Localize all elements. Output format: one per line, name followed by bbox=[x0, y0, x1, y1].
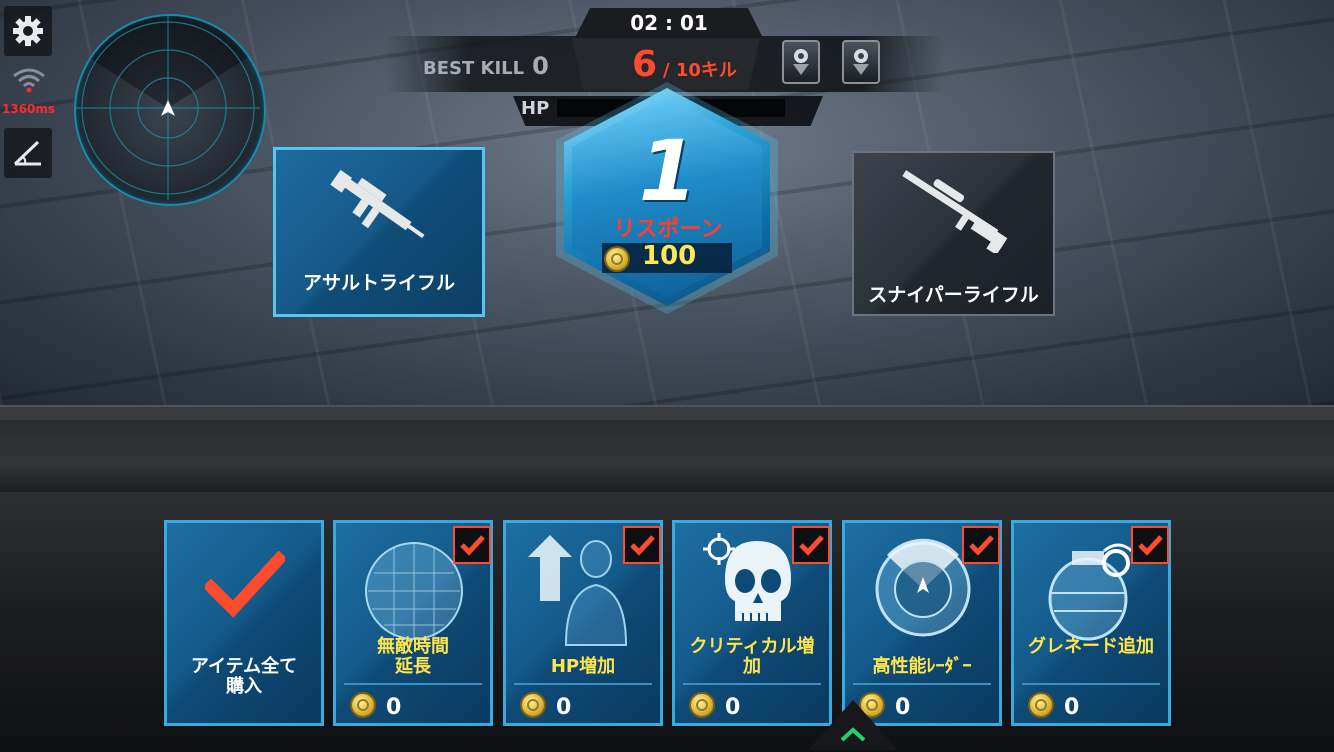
check-icon bbox=[799, 535, 824, 556]
shop-panel-band bbox=[0, 420, 1334, 492]
weapon-label: スナイパーライフル bbox=[868, 284, 1039, 306]
medal-icon bbox=[842, 40, 880, 84]
respawn-count: 1 bbox=[638, 122, 698, 220]
weapon-slot-assault-rifle[interactable]: アサルトライフル bbox=[273, 147, 485, 317]
item-critical-up[interactable]: クリティカル増加 0 bbox=[672, 520, 832, 726]
item-divider bbox=[683, 683, 821, 685]
radar-icon bbox=[76, 16, 260, 200]
item-divider bbox=[1022, 683, 1160, 685]
item-label: グレネード追加 bbox=[1028, 636, 1154, 657]
gear-icon bbox=[13, 16, 43, 46]
kill-count: 6 bbox=[632, 44, 658, 85]
item-price: 0 bbox=[1064, 695, 1080, 720]
match-timer: 02 : 01 bbox=[575, 8, 763, 38]
ping-readout: 1360ms bbox=[2, 102, 56, 116]
kill-target: / 10キル bbox=[663, 60, 737, 81]
best-kill-value: 0 bbox=[532, 52, 549, 80]
item-checkbox[interactable] bbox=[453, 526, 491, 564]
coin-icon bbox=[1028, 692, 1054, 718]
angle-icon bbox=[13, 140, 41, 166]
item-price: 0 bbox=[895, 695, 911, 720]
wifi-icon bbox=[12, 66, 46, 98]
item-divider bbox=[853, 683, 991, 685]
hp-label: HP bbox=[521, 98, 550, 119]
item-checkbox[interactable] bbox=[1131, 526, 1169, 564]
check-icon bbox=[630, 535, 655, 556]
item-price: 0 bbox=[556, 695, 572, 720]
settings-button[interactable] bbox=[4, 6, 52, 56]
coin-icon bbox=[689, 692, 715, 718]
item-price: 0 bbox=[725, 695, 741, 720]
item-checkbox[interactable] bbox=[792, 526, 830, 564]
check-icon bbox=[460, 535, 485, 556]
sniper-rifle-icon bbox=[902, 170, 1008, 253]
item-hp-up[interactable]: HP増加 0 bbox=[503, 520, 663, 726]
check-icon bbox=[1138, 535, 1163, 556]
item-label: 無敵時間延長 bbox=[377, 636, 449, 677]
item-advanced-radar[interactable]: 高性能ﾚｰﾀﾞｰ 0 bbox=[842, 520, 1002, 726]
coin-icon bbox=[520, 692, 546, 718]
respawn-label: リスポーン bbox=[613, 217, 723, 242]
item-divider bbox=[344, 683, 482, 685]
best-kill-label: BEST KILL bbox=[423, 58, 525, 79]
minimap-radar bbox=[74, 14, 266, 206]
angle-button[interactable] bbox=[4, 128, 52, 178]
item-checkbox[interactable] bbox=[962, 526, 1000, 564]
item-grenade-add[interactable]: グレネード追加 0 bbox=[1011, 520, 1171, 726]
respawn-cost: 100 bbox=[642, 241, 697, 271]
weapon-label: アサルトライフル bbox=[302, 272, 455, 294]
weapon-slot-sniper-rifle[interactable]: スナイパーライフル bbox=[852, 151, 1055, 316]
item-buy-all[interactable]: アイテム全て購入 bbox=[164, 520, 324, 726]
medal-icon bbox=[782, 40, 820, 84]
coin-icon bbox=[604, 246, 630, 272]
item-divider bbox=[514, 683, 652, 685]
item-invincible-time[interactable]: 無敵時間延長 0 bbox=[333, 520, 493, 726]
item-checkbox[interactable] bbox=[623, 526, 661, 564]
item-label: アイテム全て購入 bbox=[190, 656, 298, 697]
item-price: 0 bbox=[386, 695, 402, 720]
item-label: クリティカル増加 bbox=[689, 636, 815, 677]
best-kill: BEST KILL 0 bbox=[423, 52, 549, 80]
check-icon bbox=[969, 535, 994, 556]
item-label: HP増加 bbox=[550, 656, 616, 677]
item-label: 高性能ﾚｰﾀﾞｰ bbox=[872, 656, 972, 677]
check-icon bbox=[205, 551, 285, 618]
chevron-up-icon bbox=[840, 727, 866, 742]
coin-icon bbox=[350, 692, 376, 718]
assault-rifle-icon bbox=[330, 169, 425, 239]
